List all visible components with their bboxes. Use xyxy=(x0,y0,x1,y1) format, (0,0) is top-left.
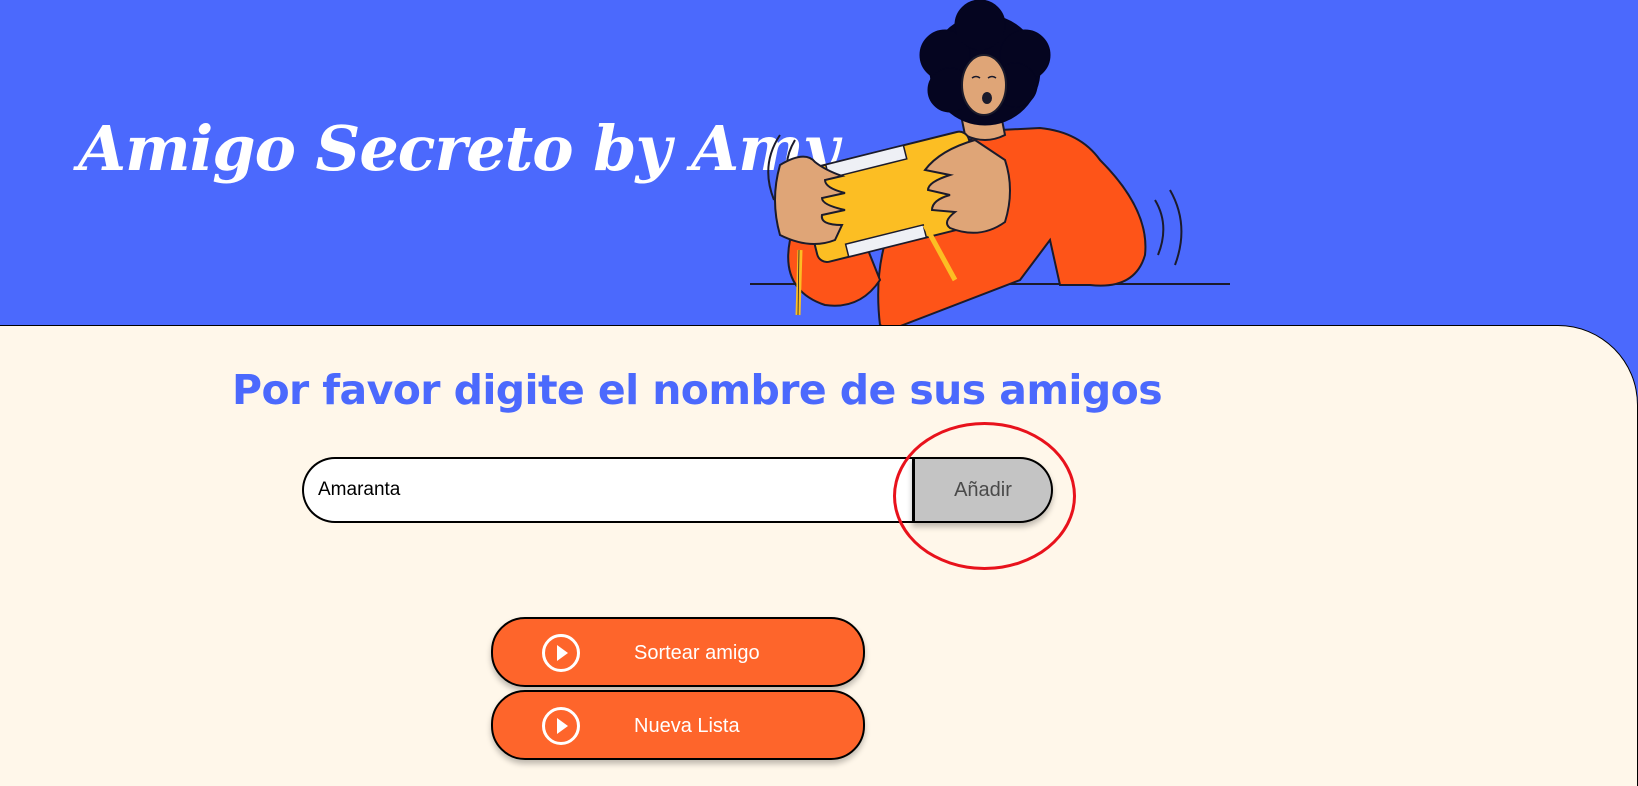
app-title: Amigo Secreto by Amy xyxy=(78,112,839,185)
add-friend-row: Añadir xyxy=(302,457,1053,523)
new-list-label: Nueva Lista xyxy=(634,715,740,737)
add-button[interactable]: Añadir xyxy=(912,457,1053,523)
section-title: Por favor digite el nombre de sus amigos xyxy=(232,366,1163,414)
draw-friend-label: Sortear amigo xyxy=(634,642,760,664)
friend-name-input[interactable] xyxy=(302,457,914,523)
new-list-button[interactable]: Nueva Lista xyxy=(491,690,865,760)
app-page: Amigo Secreto by Amy Por favor digite el… xyxy=(0,0,1638,786)
header-banner: Amigo Secreto by Amy xyxy=(0,0,1638,340)
friends-form-section: Por favor digite el nombre de sus amigos… xyxy=(0,325,1638,786)
play-circle-icon xyxy=(542,634,580,672)
draw-friend-button[interactable]: Sortear amigo xyxy=(491,617,865,687)
play-circle-icon xyxy=(542,707,580,745)
hero-illustration xyxy=(750,0,1230,330)
